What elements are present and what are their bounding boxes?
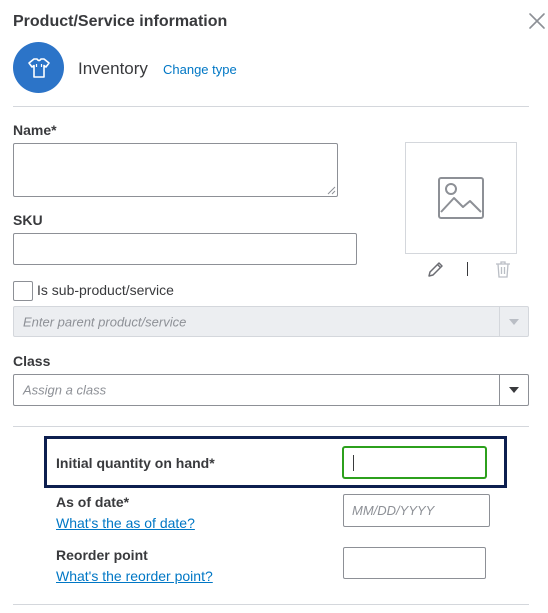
class-select[interactable]: Assign a class: [13, 374, 529, 406]
text-caret: [353, 455, 354, 471]
sub-product-checkbox[interactable]: [13, 281, 33, 301]
image-placeholder-icon: [438, 177, 484, 219]
name-field-wrap: [13, 143, 338, 197]
parent-product-placeholder: Enter parent product/service: [23, 314, 187, 329]
product-service-panel: Product/Service information Inventory Ch…: [0, 0, 548, 613]
parent-product-select: Enter parent product/service: [13, 306, 529, 337]
as-of-date-label: As of date*: [56, 494, 130, 510]
close-icon: [529, 13, 545, 29]
name-label: Name*: [13, 122, 57, 138]
change-type-link[interactable]: Change type: [163, 62, 237, 77]
image-actions-separator: [467, 262, 468, 276]
sku-field[interactable]: [13, 233, 357, 265]
resize-grip-icon[interactable]: [327, 186, 336, 195]
class-label: Class: [13, 353, 51, 369]
initial-quantity-label: Initial quantity on hand*: [56, 455, 215, 471]
shirt-icon: [27, 57, 50, 78]
inventory-type-badge: [13, 42, 64, 93]
chevron-down-icon: [509, 387, 519, 393]
delete-image-button[interactable]: [493, 259, 513, 279]
inventory-divider: [13, 604, 529, 605]
close-button[interactable]: [526, 10, 548, 32]
pencil-icon: [428, 262, 443, 277]
reorder-point-field[interactable]: [343, 547, 486, 579]
trash-icon: [496, 261, 510, 278]
class-placeholder: Assign a class: [23, 382, 107, 398]
sku-label: SKU: [13, 212, 43, 228]
reorder-point-label: Reorder point: [56, 547, 148, 563]
parent-dropdown-button: [499, 307, 528, 336]
class-divider: [13, 426, 529, 427]
panel-title: Product/Service information: [13, 13, 228, 30]
initial-quantity-field[interactable]: [343, 447, 486, 478]
header-divider: [13, 106, 529, 107]
item-type-name: Inventory: [78, 59, 148, 78]
as-of-date-help-link[interactable]: What's the as of date?: [56, 515, 195, 531]
class-dropdown-button[interactable]: [499, 375, 528, 405]
as-of-date-field[interactable]: [343, 494, 490, 527]
reorder-point-help-link[interactable]: What's the reorder point?: [56, 568, 213, 584]
edit-image-button[interactable]: [426, 259, 446, 279]
chevron-down-icon: [509, 318, 519, 325]
product-image-box[interactable]: [405, 142, 517, 254]
sub-product-label[interactable]: Is sub-product/service: [37, 282, 174, 298]
name-field[interactable]: [13, 143, 338, 197]
